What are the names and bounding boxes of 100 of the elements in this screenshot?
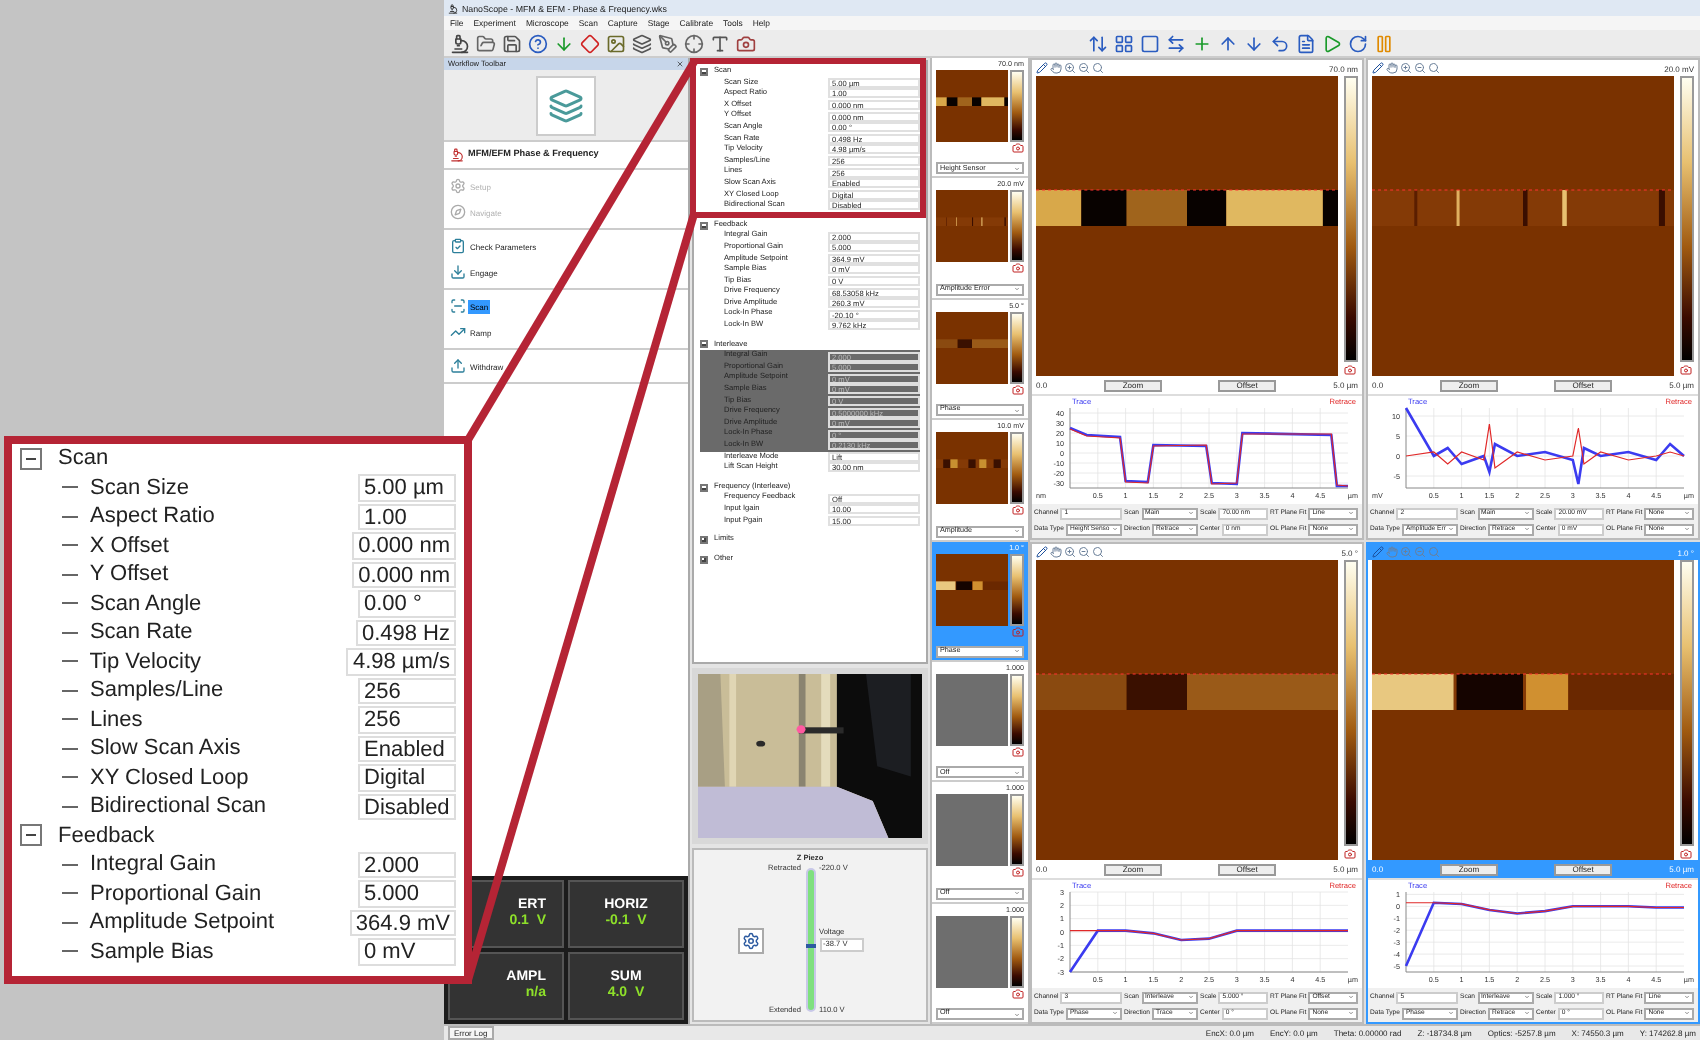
- vertical-arrows-icon[interactable]: [1088, 33, 1108, 53]
- search-icon[interactable]: [1428, 62, 1440, 74]
- parameter-value: 1.00: [358, 503, 456, 530]
- section-label: Scan: [58, 444, 109, 473]
- color-scale: [1010, 673, 1024, 746]
- parameter-label: Scan Angle: [90, 589, 204, 618]
- parameter-label: Samples/Line: [90, 676, 226, 705]
- pencil-icon[interactable]: [1372, 62, 1384, 74]
- parameter-label: Scan Size: [90, 473, 192, 502]
- y-axis: [1405, 407, 1407, 489]
- settings-button[interactable]: [738, 927, 765, 953]
- zoom-out-icon[interactable]: [1078, 546, 1090, 558]
- parameter-value: 5.00 µm: [358, 474, 456, 501]
- zoom-in-icon[interactable]: [1064, 62, 1076, 74]
- parameter-label: Lines: [90, 705, 145, 734]
- parameter-label: Slow Scan Axis: [90, 734, 243, 763]
- crosshair-icon[interactable]: [684, 33, 704, 53]
- empty-preview: [936, 673, 1008, 746]
- grid-icon[interactable]: [1114, 33, 1134, 53]
- save-icon[interactable]: [502, 33, 522, 53]
- parameter-value: 256: [358, 706, 456, 733]
- parameter-value: Digital: [358, 764, 456, 791]
- camera-icon[interactable]: [1011, 866, 1023, 879]
- compass-icon: [450, 204, 466, 220]
- layers-icon[interactable]: [632, 33, 652, 53]
- parameter-value: 0 mV: [358, 938, 456, 965]
- down-arrow-icon[interactable]: [554, 33, 574, 53]
- camera-icon[interactable]: [1680, 364, 1692, 376]
- expand-icon[interactable]: [700, 555, 708, 564]
- color-scale: [1010, 190, 1024, 263]
- refresh-icon[interactable]: [1348, 33, 1368, 53]
- camera-icon[interactable]: [736, 33, 756, 53]
- image-icon[interactable]: [606, 33, 626, 53]
- zoom-in-icon[interactable]: [1064, 546, 1076, 558]
- collapse-icon[interactable]: [20, 824, 42, 847]
- y-axis: [1405, 891, 1407, 973]
- app-icon: [448, 3, 458, 13]
- parameter-label: Aspect Ratio: [90, 502, 217, 531]
- zoom-out-icon[interactable]: [1414, 62, 1426, 74]
- zoom-in-icon[interactable]: [1400, 62, 1412, 74]
- color-scale: [1010, 70, 1024, 142]
- pause-icon[interactable]: [1374, 33, 1394, 53]
- clipboard-icon: [450, 238, 466, 254]
- play-icon[interactable]: [1322, 33, 1342, 53]
- layers-icon: [548, 87, 584, 123]
- experiment-button[interactable]: [536, 75, 596, 135]
- camera-icon[interactable]: [1011, 142, 1023, 154]
- pen-icon[interactable]: [658, 33, 678, 53]
- collapse-icon[interactable]: [700, 221, 708, 230]
- empty-preview: [936, 794, 1008, 867]
- parameter-label: Amplitude Setpoint: [89, 908, 277, 937]
- diamond-icon[interactable]: [580, 33, 600, 53]
- camera-icon[interactable]: [1680, 848, 1692, 860]
- camera-icon[interactable]: [1011, 987, 1023, 1000]
- collapse-icon[interactable]: [700, 483, 708, 492]
- camera-icon[interactable]: [1011, 745, 1023, 758]
- parameter-label: Sample Bias: [90, 937, 216, 966]
- help-icon[interactable]: [528, 33, 548, 53]
- up-arrow-icon[interactable]: [1218, 33, 1238, 53]
- camera-icon[interactable]: [1011, 504, 1023, 517]
- horizontal-arrows-icon[interactable]: [1166, 33, 1186, 53]
- parameter-value: Disabled: [358, 793, 456, 820]
- section-label: Feedback: [58, 821, 155, 850]
- collapse-icon[interactable]: [700, 67, 708, 76]
- square-icon[interactable]: [1140, 33, 1160, 53]
- parameter-label: Y Offset: [89, 560, 171, 589]
- plus-icon[interactable]: [1192, 33, 1212, 53]
- parameter-label: XY Closed Loop: [90, 763, 251, 792]
- camera-icon[interactable]: [1011, 625, 1023, 637]
- document-icon[interactable]: [1296, 33, 1316, 53]
- camera-icon[interactable]: [1011, 262, 1023, 275]
- up-arrow-icon: [450, 358, 466, 374]
- search-icon[interactable]: [1092, 62, 1104, 74]
- down-arrow-icon[interactable]: [1244, 33, 1264, 53]
- empty-preview: [936, 915, 1008, 988]
- ramp-icon: [450, 324, 466, 340]
- collapse-icon[interactable]: [700, 340, 708, 349]
- parameter-value: 256: [358, 677, 456, 704]
- folder-icon[interactable]: [476, 33, 496, 53]
- color-scale: [1010, 794, 1024, 867]
- zoom-out-icon[interactable]: [1078, 62, 1090, 74]
- color-scale: [1010, 915, 1024, 988]
- camera-icon[interactable]: [1344, 848, 1356, 860]
- parameter-value: 0.000 nm: [352, 561, 456, 588]
- text-icon[interactable]: [710, 33, 730, 53]
- parameter-label: Integral Gain: [90, 850, 218, 879]
- microscope-icon: [450, 148, 464, 162]
- pencil-icon[interactable]: [1036, 62, 1048, 74]
- search-icon[interactable]: [1092, 546, 1104, 558]
- expand-icon[interactable]: [700, 535, 708, 544]
- pencil-icon[interactable]: [1036, 546, 1048, 558]
- parameter-value: 0.000 nm: [352, 532, 456, 559]
- microscope-icon[interactable]: [450, 33, 470, 53]
- color-scale: [1010, 311, 1024, 384]
- camera-icon[interactable]: [1011, 383, 1023, 396]
- collapse-icon[interactable]: [20, 447, 42, 470]
- undo-icon[interactable]: [1270, 33, 1290, 53]
- parameter-value: 4.98 µm/s: [346, 648, 456, 675]
- camera-icon[interactable]: [1344, 364, 1356, 376]
- parameter-label: Proportional Gain: [90, 879, 264, 908]
